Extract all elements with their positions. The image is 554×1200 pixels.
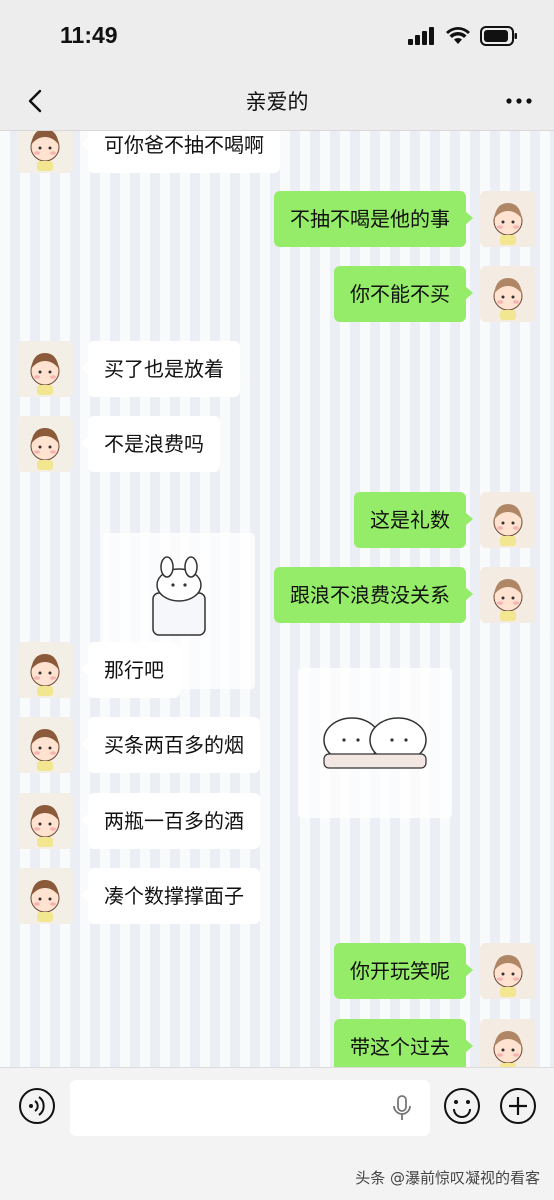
contact-avatar[interactable] — [17, 341, 73, 397]
avatar-image — [17, 131, 73, 173]
incoming-message-bubble[interactable]: 买条两百多的烟 — [81, 717, 260, 773]
plus-icon[interactable] — [499, 1087, 537, 1125]
avatar-image — [17, 642, 73, 698]
my-avatar[interactable] — [480, 266, 536, 322]
bunny-pair-icon — [323, 717, 427, 769]
my-avatar[interactable] — [480, 567, 536, 623]
incoming-message-bubble[interactable]: 凑个数撑撑面子 — [81, 868, 260, 924]
outgoing-message-bubble[interactable]: 你开玩笑呢 — [334, 943, 473, 999]
mic-icon[interactable] — [391, 1094, 413, 1122]
chat-title: 亲爱的 — [245, 90, 309, 114]
contact-avatar[interactable] — [17, 868, 73, 924]
avatar-image — [17, 416, 73, 472]
status-bar: 11:49 — [0, 0, 554, 72]
voice-icon[interactable] — [18, 1087, 56, 1125]
outgoing-message-bubble[interactable]: 跟浪不浪费没关系 — [274, 567, 473, 623]
avatar-image — [480, 1019, 536, 1067]
wifi-icon — [446, 27, 470, 44]
avatar-image — [480, 943, 536, 999]
my-avatar[interactable] — [480, 943, 536, 999]
signal-icon — [408, 27, 434, 45]
outgoing-message-bubble[interactable]: 这是礼数 — [354, 492, 473, 548]
outgoing-message-bubble[interactable]: 你不能不买 — [334, 266, 473, 322]
my-avatar[interactable] — [480, 492, 536, 548]
emoji-icon[interactable] — [443, 1087, 481, 1125]
my-avatar[interactable] — [480, 1019, 536, 1067]
contact-avatar[interactable] — [17, 642, 73, 698]
battery-icon — [480, 26, 517, 46]
incoming-message-bubble[interactable]: 可你爸不抽不喝啊 — [81, 131, 280, 173]
avatar-image — [17, 341, 73, 397]
more-icon[interactable] — [504, 86, 534, 116]
incoming-message-bubble[interactable]: 买了也是放着 — [81, 341, 240, 397]
contact-avatar[interactable] — [17, 131, 73, 173]
outgoing-message-bubble[interactable]: 不抽不喝是他的事 — [274, 191, 473, 247]
avatar-image — [480, 492, 536, 548]
contact-avatar[interactable] — [17, 416, 73, 472]
avatar-image — [17, 793, 73, 849]
message-input[interactable] — [70, 1080, 430, 1136]
incoming-message-bubble[interactable]: 那行吧 — [81, 642, 180, 698]
avatar-image — [480, 266, 536, 322]
incoming-message-bubble[interactable]: 不是浪费吗 — [81, 416, 220, 472]
chat-area[interactable]: 可你爸不抽不喝啊不抽不喝是他的事你不能不买买了也是放着 不是浪费吗这是礼数跟浪不浪… — [0, 131, 554, 1067]
my-avatar[interactable] — [480, 191, 536, 247]
chat-header: 亲爱的 — [0, 72, 554, 131]
avatar-image — [17, 717, 73, 773]
contact-avatar[interactable] — [17, 717, 73, 773]
watermark: 头条 @瀑前惊叹凝视的看客 — [355, 1169, 540, 1187]
status-time: 11:49 — [60, 22, 118, 48]
avatar-image — [480, 191, 536, 247]
bunny-pair-sticker — [298, 668, 452, 818]
avatar-image — [480, 567, 536, 623]
avatar-image — [17, 868, 73, 924]
contact-avatar[interactable] — [17, 793, 73, 849]
status-icons — [408, 26, 518, 46]
outgoing-message-bubble[interactable]: 带这个过去 — [334, 1019, 473, 1067]
incoming-message-bubble[interactable]: 两瓶一百多的酒 — [81, 793, 260, 849]
